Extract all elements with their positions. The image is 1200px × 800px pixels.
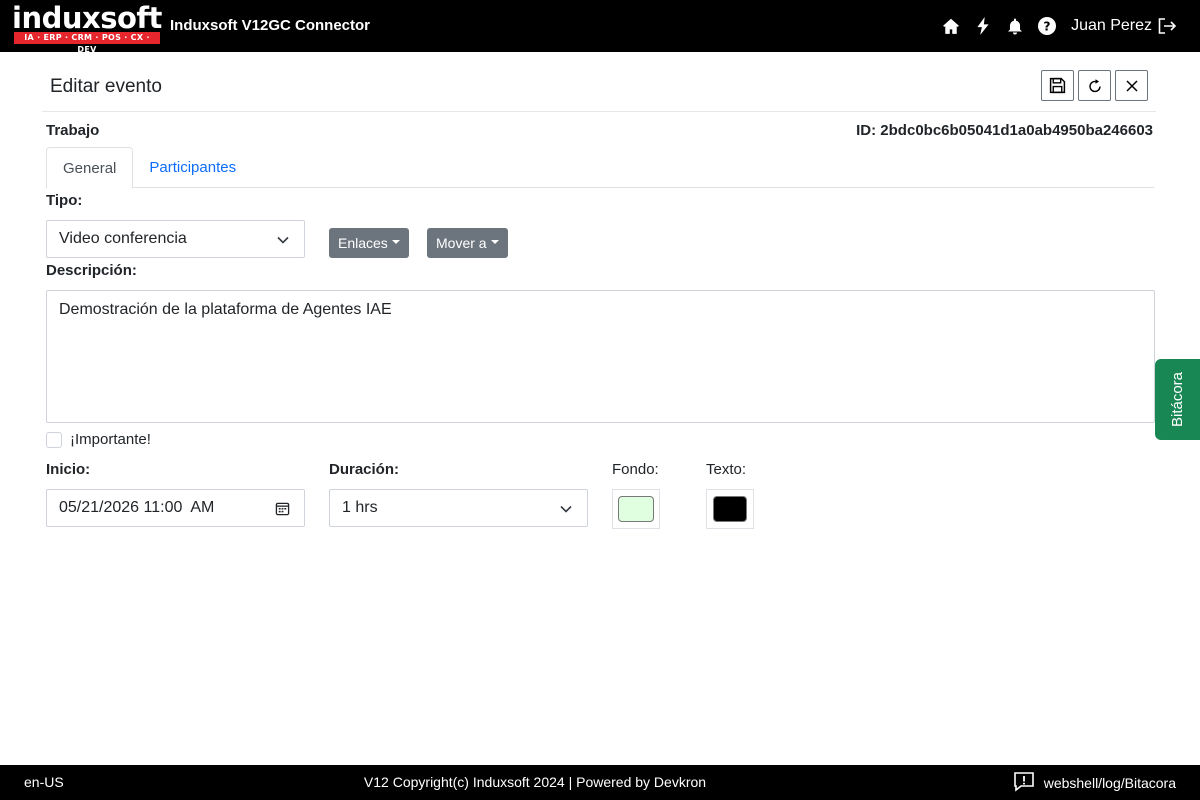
logo-tagline: IA · ERP · CRM · POS · CX · DEV bbox=[14, 32, 160, 54]
home-icon[interactable] bbox=[935, 0, 967, 52]
texto-color-swatch bbox=[713, 496, 747, 522]
tipo-select-value: Video conferencia bbox=[59, 230, 187, 247]
bolt-icon[interactable] bbox=[967, 0, 999, 52]
page-title: Editar evento bbox=[50, 76, 162, 97]
refresh-icon bbox=[1088, 78, 1101, 92]
tipo-label: Tipo: bbox=[46, 192, 83, 209]
importante-checkbox[interactable] bbox=[46, 431, 62, 448]
mover-a-dropdown-button[interactable]: Mover a bbox=[427, 228, 508, 258]
chevron-down-icon bbox=[560, 505, 572, 513]
chevron-down-icon bbox=[277, 236, 289, 244]
calendar-icon bbox=[275, 502, 290, 516]
tab-participantes[interactable]: Participantes bbox=[133, 147, 252, 188]
help-icon[interactable]: ? bbox=[1031, 0, 1063, 52]
descripcion-textarea[interactable]: Demostración de la plataforma de Agentes… bbox=[46, 290, 1155, 423]
event-toolbar bbox=[1041, 70, 1148, 101]
logout-icon[interactable] bbox=[1152, 0, 1182, 52]
message-alert-icon bbox=[1013, 772, 1034, 792]
close-button[interactable] bbox=[1115, 70, 1148, 101]
duracion-select[interactable]: 1 hrs bbox=[329, 489, 588, 527]
enlaces-dropdown-button[interactable]: Enlaces bbox=[329, 228, 409, 258]
refresh-button[interactable] bbox=[1078, 70, 1111, 101]
svg-text:?: ? bbox=[1043, 20, 1050, 34]
duracion-label: Duración: bbox=[329, 461, 400, 478]
importante-checkbox-row[interactable]: ¡Importante! bbox=[46, 431, 151, 448]
event-id: ID: 2bdc0bc6b05041d1a0ab4950ba246603 bbox=[856, 122, 1153, 139]
save-icon bbox=[1049, 77, 1066, 94]
log-path: webshell/log/Bitacora bbox=[1043, 775, 1176, 791]
logo-wordmark: induxsoft bbox=[12, 1, 162, 35]
bell-icon[interactable] bbox=[999, 0, 1031, 52]
inicio-value: 05/21/2026 11:00 AM bbox=[59, 499, 215, 516]
caret-down-icon bbox=[490, 240, 499, 244]
log-link[interactable]: webshell/log/Bitacora bbox=[1013, 772, 1176, 792]
tab-general[interactable]: General bbox=[46, 147, 134, 189]
header-divider bbox=[42, 111, 1156, 112]
top-icon-group: ? Juan Perez bbox=[935, 0, 1182, 52]
inicio-datetime-input[interactable]: 05/21/2026 11:00 AM bbox=[46, 489, 305, 527]
app-title: Induxsoft V12GC Connector bbox=[170, 17, 371, 34]
tipo-select[interactable]: Video conferencia bbox=[46, 220, 305, 258]
importante-label: ¡Importante! bbox=[70, 431, 151, 448]
inicio-label: Inicio: bbox=[46, 461, 91, 478]
fondo-color-picker[interactable] bbox=[612, 489, 660, 529]
bitacora-side-tab[interactable]: Bitácora bbox=[1155, 359, 1200, 440]
caret-down-icon bbox=[391, 240, 400, 244]
footer: en-US V12 Copyright(c) Induxsoft 2024 | … bbox=[0, 765, 1200, 800]
section-name: Trabajo bbox=[46, 122, 100, 139]
fondo-color-swatch bbox=[618, 496, 654, 522]
texto-color-picker[interactable] bbox=[706, 489, 754, 529]
mover-a-label: Mover a bbox=[436, 235, 487, 251]
save-button[interactable] bbox=[1041, 70, 1074, 101]
texto-label: Texto: bbox=[706, 461, 747, 478]
top-navbar: induxsoft IA · ERP · CRM · POS · CX · DE… bbox=[0, 0, 1200, 54]
enlaces-label: Enlaces bbox=[338, 235, 388, 251]
induxsoft-logo[interactable]: induxsoft IA · ERP · CRM · POS · CX · DE… bbox=[12, 2, 162, 54]
duracion-select-value: 1 hrs bbox=[342, 499, 378, 516]
user-name[interactable]: Juan Perez bbox=[1071, 17, 1152, 35]
close-icon bbox=[1125, 79, 1138, 92]
fondo-label: Fondo: bbox=[612, 461, 659, 478]
descripcion-label: Descripción: bbox=[46, 262, 137, 279]
bitacora-label: Bitácora bbox=[1169, 371, 1186, 428]
copyright-text: V12 Copyright(c) Induxsoft 2024 | Powere… bbox=[363, 774, 707, 790]
tab-bar: General Participantes bbox=[46, 147, 1154, 189]
